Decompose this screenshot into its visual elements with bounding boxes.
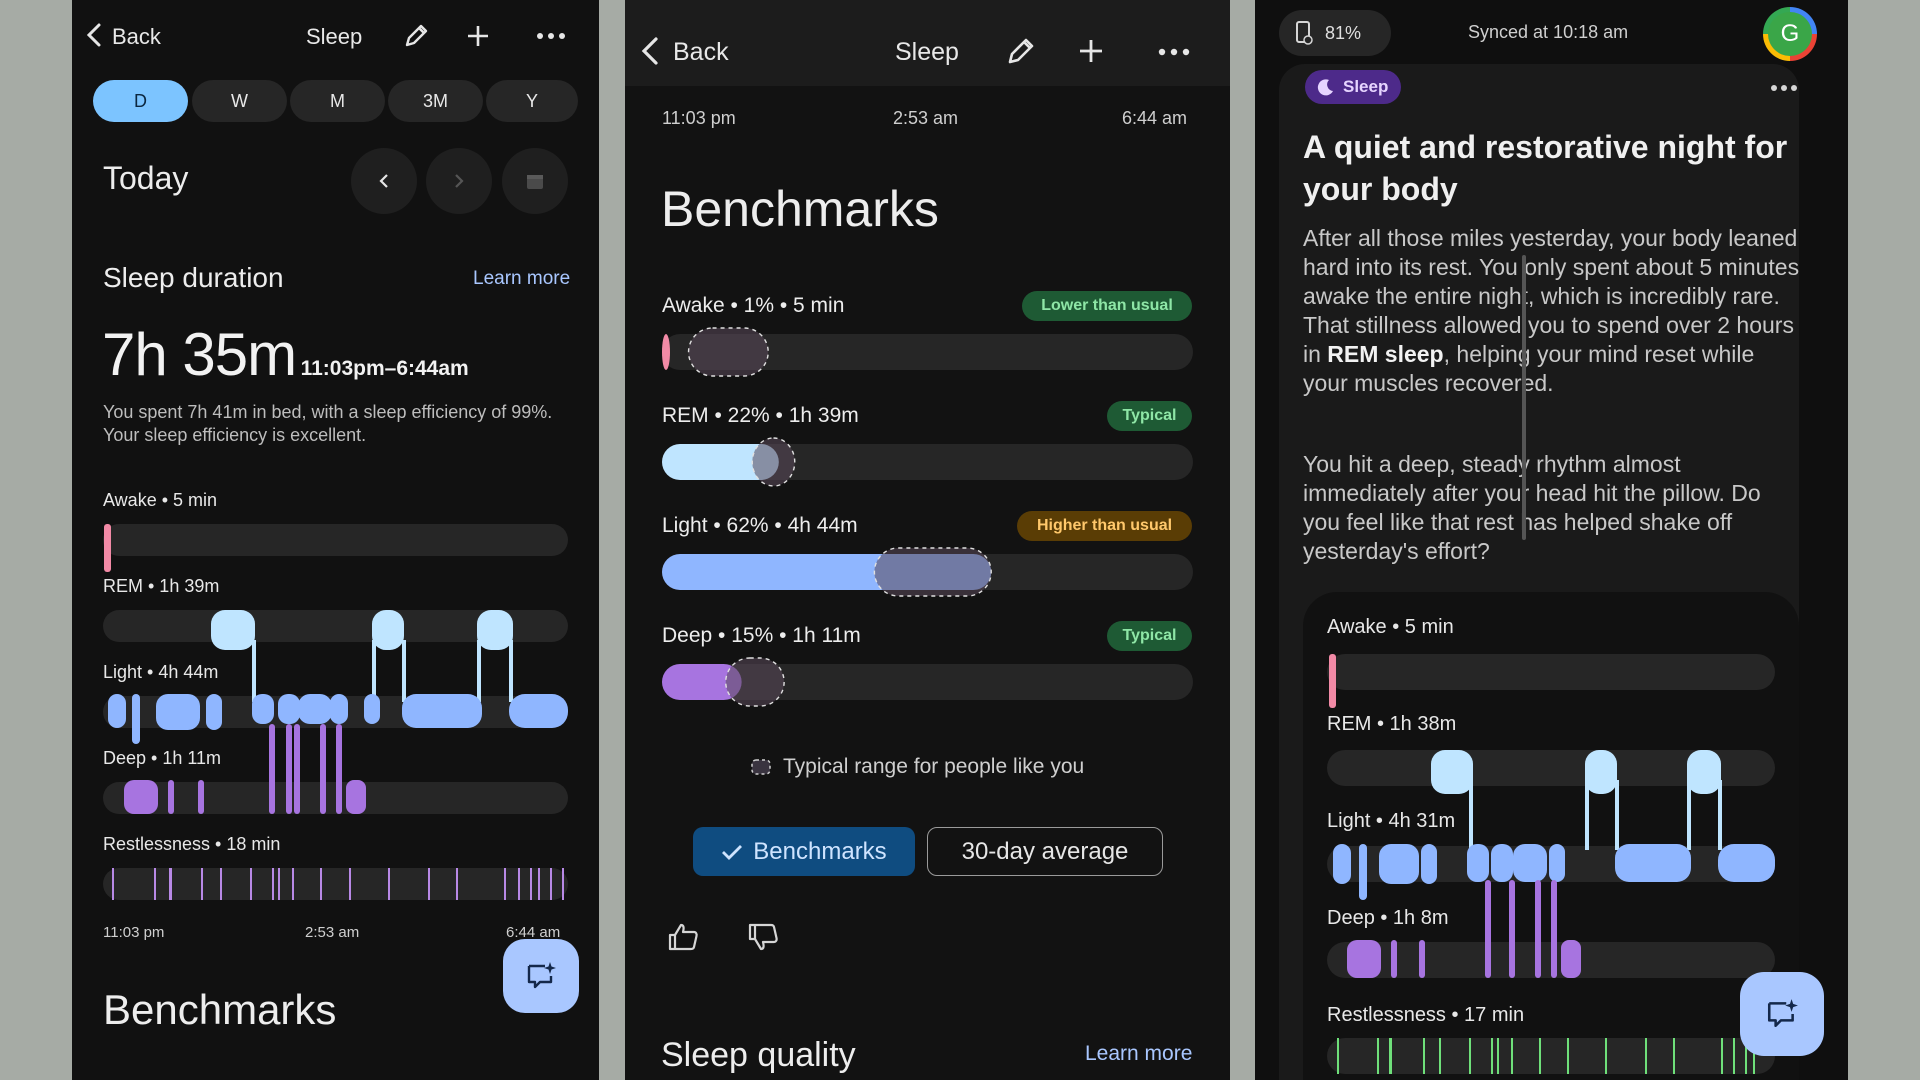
benchmarks-panel: Back Sleep 11:03 pm 2:53 am 6:44 am Benc… [625,0,1230,1080]
chat-sparkle-icon [527,962,556,989]
deep-segment [336,724,342,814]
axis-mid: 2:53 am [305,924,360,941]
rem-segment [372,610,404,650]
restlessness-track [1327,1038,1775,1074]
light-segment [1333,844,1351,884]
typical-range-legend: Typical range for people like you [783,755,1085,778]
light-segment [1615,844,1691,882]
ask-coach-button[interactable] [1740,972,1824,1056]
dashed-range-icon [750,758,772,776]
benchmark-bars [662,327,1193,707]
chat-sparkle-icon [1767,999,1798,1027]
light-segment [132,694,140,744]
light-segment [1491,844,1513,882]
light-segment [1513,844,1547,882]
deep-segment [198,780,204,814]
deep-segment [1509,880,1515,978]
deep-segment [1535,880,1541,978]
awake-segment [1329,654,1336,708]
light-segment [108,694,126,728]
check-icon [722,844,743,860]
light-segment [156,694,200,730]
light-segment [1421,844,1437,884]
deep-segment [1419,940,1425,978]
light-segment [402,694,482,728]
deep-segment [1551,880,1557,978]
rem-segment [211,610,255,650]
light-segment [1549,844,1565,882]
deep-segment [346,780,366,814]
awake-segment [104,524,111,572]
deep-segment [168,780,174,814]
typical-range-marker-rem [751,437,796,487]
light-segment [509,694,568,728]
benchmarks-heading: Benchmarks [103,986,337,1033]
ask-coach-button[interactable] [503,939,579,1013]
hypnogram-chart [1327,654,1775,1074]
light-segment [1359,844,1367,900]
awake-track [1327,654,1775,690]
sleep-insight-panel: 81% Synced at 10:18 am G Sleep A quiet a… [1255,0,1848,1080]
light-segment [252,694,274,724]
rem-segment [1585,750,1617,794]
light-segment [1718,844,1775,882]
light-segment [364,694,380,724]
light-segment [278,694,300,724]
hypnogram-chart [103,524,568,900]
deep-segment [294,724,300,814]
benchmarks-toggle-label: Benchmarks [753,837,887,865]
light-segment [1379,844,1419,884]
thirty-day-average-button[interactable]: 30-day average [927,827,1163,876]
typical-range-marker-awake [687,327,769,377]
deep-segment [124,780,158,814]
thirty-day-average-label: 30-day average [961,837,1129,865]
deep-segment [1347,940,1381,978]
typical-range-marker-deep [725,657,785,707]
sleep-day-panel: Back Sleep D W M 3M Y Today Sleep durati… [72,0,599,1080]
benchmark-fill-awake [662,334,670,370]
awake-track [103,524,568,556]
deep-segment [1561,940,1581,978]
light-segment [330,694,348,724]
light-segment [1467,844,1489,882]
rem-segment [1687,750,1721,794]
deep-segment [320,724,326,814]
deep-segment [1485,880,1491,978]
typical-range-marker-light [873,547,992,597]
sleep-quality-heading: Sleep quality [661,1036,856,1074]
deep-segment [286,724,292,814]
deep-segment [1391,940,1397,978]
learn-more-link[interactable]: Learn more [1085,1042,1192,1066]
axis-start: 11:03 pm [103,924,165,941]
rem-segment [1431,750,1473,794]
restlessness-track [103,868,568,900]
deep-segment [269,724,275,814]
rem-segment [477,610,513,650]
benchmarks-toggle-button[interactable]: Benchmarks [693,827,915,876]
light-segment [298,694,332,724]
thumbs-down-icon[interactable] [747,922,779,952]
thumbs-up-icon[interactable] [667,922,699,952]
light-segment [206,694,222,730]
